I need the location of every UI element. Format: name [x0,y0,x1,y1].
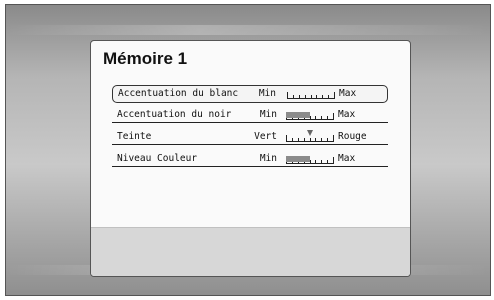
row-label: Niveau Couleur [117,153,198,164]
slider-tick [315,116,316,119]
slider-tick [321,160,322,163]
menu-row-accentuation-noir[interactable]: Accentuation du noir Min Max [112,107,388,123]
row-label: Accentuation du blanc [118,88,239,99]
slider-tick [292,138,293,141]
slider-tick [333,157,334,163]
slider-tick [327,160,328,163]
slider-tick [315,160,316,163]
slider-tick [287,92,288,98]
slider-tick [321,138,322,141]
row-min-label: Vert [254,131,277,142]
menu-row-accentuation-blanc[interactable]: Accentuation du blanc Min Max [112,85,388,103]
row-label: Accentuation du noir [117,109,232,120]
level-slider[interactable] [286,130,334,142]
row-min-label: Min [259,109,277,120]
slider-tick [310,138,311,141]
slider-tick [333,113,334,119]
slider-fill [286,156,310,162]
menu-title: Mémoire 1 [103,49,188,68]
slider-tick [322,95,323,98]
row-min-label: Min [259,153,277,164]
slider-tick [305,95,306,98]
slider-tick [304,138,305,141]
row-max-label: Rouge [338,131,367,142]
slider-fill [286,112,310,118]
slider-tick [299,95,300,98]
slider-tick [321,116,322,119]
row-max-label: Max [339,88,357,99]
slider-tick [286,135,287,141]
slider-tick [310,116,311,119]
level-slider[interactable] [286,111,334,120]
slider-tick [328,95,329,98]
slider-tick [293,95,294,98]
slider-tick [327,138,328,141]
slider-marker-icon [307,130,313,136]
level-slider[interactable] [287,90,335,99]
row-min-label: Min [258,88,276,99]
slider-tick [311,95,312,98]
row-max-label: Max [338,109,356,120]
row-label: Teinte [117,131,152,142]
slider-tick [333,135,334,141]
slider-tick [334,92,335,98]
row-max-label: Max [338,153,356,164]
screen-glare [6,25,490,35]
menu-row-teinte[interactable]: Teinte Vert Rouge [112,129,388,145]
slider-tick [327,116,328,119]
level-slider[interactable] [286,155,334,164]
menu-row-niveau-couleur[interactable]: Niveau Couleur Min Max [112,151,388,167]
slider-tick [316,95,317,98]
settings-menu-panel: Mémoire 1 Accentuation du blanc Min Max … [90,40,411,277]
slider-tick [298,138,299,141]
slider-tick [310,160,311,163]
slider-tick [315,138,316,141]
menu-footer-area [91,227,410,276]
